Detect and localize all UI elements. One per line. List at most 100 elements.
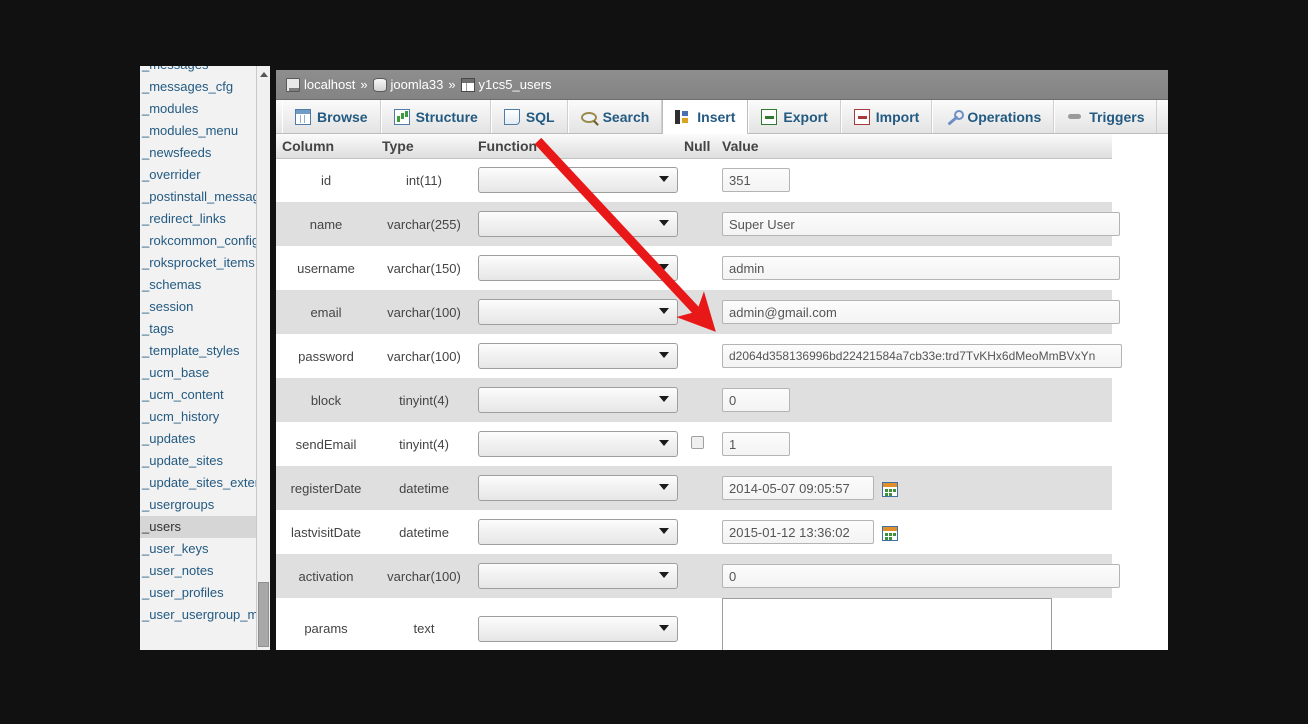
value-input-id[interactable] (722, 168, 790, 193)
sidebar-item-redirect-links[interactable]: _redirect_links (140, 208, 258, 230)
sidebar-item-tags[interactable]: _tags (140, 318, 258, 340)
value-input-sendemail[interactable] (722, 432, 790, 456)
sidebar-item-usergroups[interactable]: _usergroups (140, 494, 258, 516)
import-icon (853, 108, 870, 125)
value-input-username[interactable] (722, 256, 1120, 280)
function-select[interactable] (478, 519, 678, 545)
cell-null (678, 598, 716, 650)
breadcrumb-item-database[interactable]: joomla33 (372, 77, 444, 92)
tab-insert[interactable]: Insert (662, 100, 749, 134)
sidebar-item-overrider[interactable]: _overrider (140, 164, 258, 186)
function-select[interactable] (478, 563, 678, 589)
triggers-icon (1067, 109, 1083, 125)
value-input-block[interactable] (722, 388, 790, 412)
value-input-lastvisitdate[interactable] (722, 520, 874, 544)
scroll-up-arrow-icon[interactable] (257, 66, 270, 82)
insert-rows: idint(11)namevarchar(255)usernamevarchar… (276, 158, 1122, 650)
breadcrumb-separator-1: » (360, 77, 368, 92)
sidebar-item-rokcommon-config[interactable]: _rokcommon_config (140, 230, 258, 252)
sidebar-item-session[interactable]: _session (140, 296, 258, 318)
tab-triggers[interactable]: Triggers (1054, 100, 1158, 133)
breadcrumb-label-server: localhost (304, 77, 356, 92)
table-list[interactable]: _messages_messages_cfg_modules_modules_m… (140, 66, 258, 626)
browse-icon (295, 108, 311, 125)
cell-column-type: datetime (376, 466, 472, 510)
value-input-name[interactable] (722, 212, 1120, 236)
sidebar-item-ucm-base[interactable]: _ucm_base (140, 362, 258, 384)
database-table-sidebar: _messages_messages_cfg_modules_modules_m… (140, 66, 270, 650)
cell-column-name: registerDate (276, 466, 376, 510)
tab-structure[interactable]: Structure (380, 100, 491, 133)
scrollbar-thumb[interactable] (258, 582, 269, 647)
operations-icon (945, 109, 965, 125)
sidebar-item-user-usergroup-m[interactable]: _user_usergroup_m (140, 604, 258, 626)
null-checkbox[interactable] (690, 436, 704, 449)
function-select[interactable] (478, 615, 678, 642)
function-select[interactable] (478, 167, 678, 194)
sidebar-item-modules-menu[interactable]: _modules_menu (140, 120, 258, 142)
sidebar-item-user-profiles[interactable]: _user_profiles (140, 582, 258, 604)
insert-row: username varchar(150) (276, 246, 1120, 290)
function-select[interactable] (478, 255, 678, 281)
tab-import[interactable]: Import (840, 100, 933, 133)
sidebar-item-users[interactable]: _users (140, 516, 258, 538)
value-input-registerdate[interactable] (722, 476, 874, 500)
header-null: Null (678, 134, 716, 159)
cell-column-type: text (376, 598, 472, 650)
header-value: Value (716, 134, 1112, 159)
table-header-row: Column Type Function Null Value (276, 134, 1112, 159)
sidebar-item-ucm-content[interactable]: _ucm_content (140, 384, 258, 406)
sidebar-item-newsfeeds[interactable]: _newsfeeds (140, 142, 258, 164)
value-input-email[interactable] (722, 300, 1120, 324)
sidebar-item-update-sites-exter[interactable]: _update_sites_exter (140, 472, 258, 494)
cell-function (472, 246, 678, 290)
calendar-picker-icon[interactable] (882, 525, 898, 541)
sidebar-item-modules[interactable]: _modules (140, 98, 258, 120)
sidebar-item-template-styles[interactable]: _template_styles (140, 340, 258, 362)
value-input-password[interactable] (722, 344, 1122, 368)
cell-column-name: activation (276, 554, 376, 598)
function-select[interactable] (478, 475, 678, 501)
tab-sql[interactable]: SQL (490, 100, 568, 133)
table-icon (460, 77, 475, 92)
search-icon (580, 111, 597, 123)
cell-value (716, 378, 1112, 422)
function-select[interactable] (478, 431, 678, 457)
tab-operations[interactable]: Operations (932, 100, 1055, 133)
sidebar-item-roksprocket-items[interactable]: _roksprocket_items (140, 252, 258, 274)
insert-row: lastvisitDate datetime (276, 510, 1112, 554)
value-input-activation[interactable] (722, 564, 1120, 588)
breadcrumb-separator-2: » (448, 77, 456, 92)
database-icon (372, 77, 387, 92)
value-textarea[interactable] (722, 598, 1052, 650)
sidebar-item-user-keys[interactable]: _user_keys (140, 538, 258, 560)
sidebar-item-messages[interactable]: _messages (140, 66, 258, 76)
cell-column-name: password (276, 334, 376, 378)
function-select[interactable] (478, 211, 678, 237)
sidebar-scrollbar[interactable] (256, 66, 270, 650)
tab-search[interactable]: Search (567, 100, 663, 133)
cell-column-type: varchar(100) (376, 334, 472, 378)
function-select[interactable] (478, 299, 678, 325)
function-select[interactable] (478, 387, 678, 413)
tab-browse[interactable]: Browse (282, 100, 381, 133)
sidebar-item-schemas[interactable]: _schemas (140, 274, 258, 296)
insert-row: block tinyint(4) (276, 378, 1112, 422)
sidebar-item-messages-cfg[interactable]: _messages_cfg (140, 76, 258, 98)
tab-export[interactable]: Export (748, 100, 841, 133)
breadcrumb-label-database: joomla33 (390, 77, 444, 92)
breadcrumb-item-table[interactable]: y1cs5_users (460, 77, 552, 92)
cell-function (472, 378, 678, 422)
sidebar-item-user-notes[interactable]: _user_notes (140, 560, 258, 582)
sidebar-item-update-sites[interactable]: _update_sites (140, 450, 258, 472)
sidebar-item-ucm-history[interactable]: _ucm_history (140, 406, 258, 428)
cell-value (716, 202, 1120, 246)
function-select[interactable] (478, 343, 678, 369)
cell-null (678, 290, 716, 334)
sidebar-item-updates[interactable]: _updates (140, 428, 258, 450)
calendar-picker-icon[interactable] (882, 481, 898, 497)
insert-row: email varchar(100) (276, 290, 1120, 334)
breadcrumb-item-server[interactable]: localhost (286, 77, 355, 92)
cell-function (472, 598, 678, 650)
sidebar-item-postinstall-messag[interactable]: _postinstall_messag (140, 186, 258, 208)
